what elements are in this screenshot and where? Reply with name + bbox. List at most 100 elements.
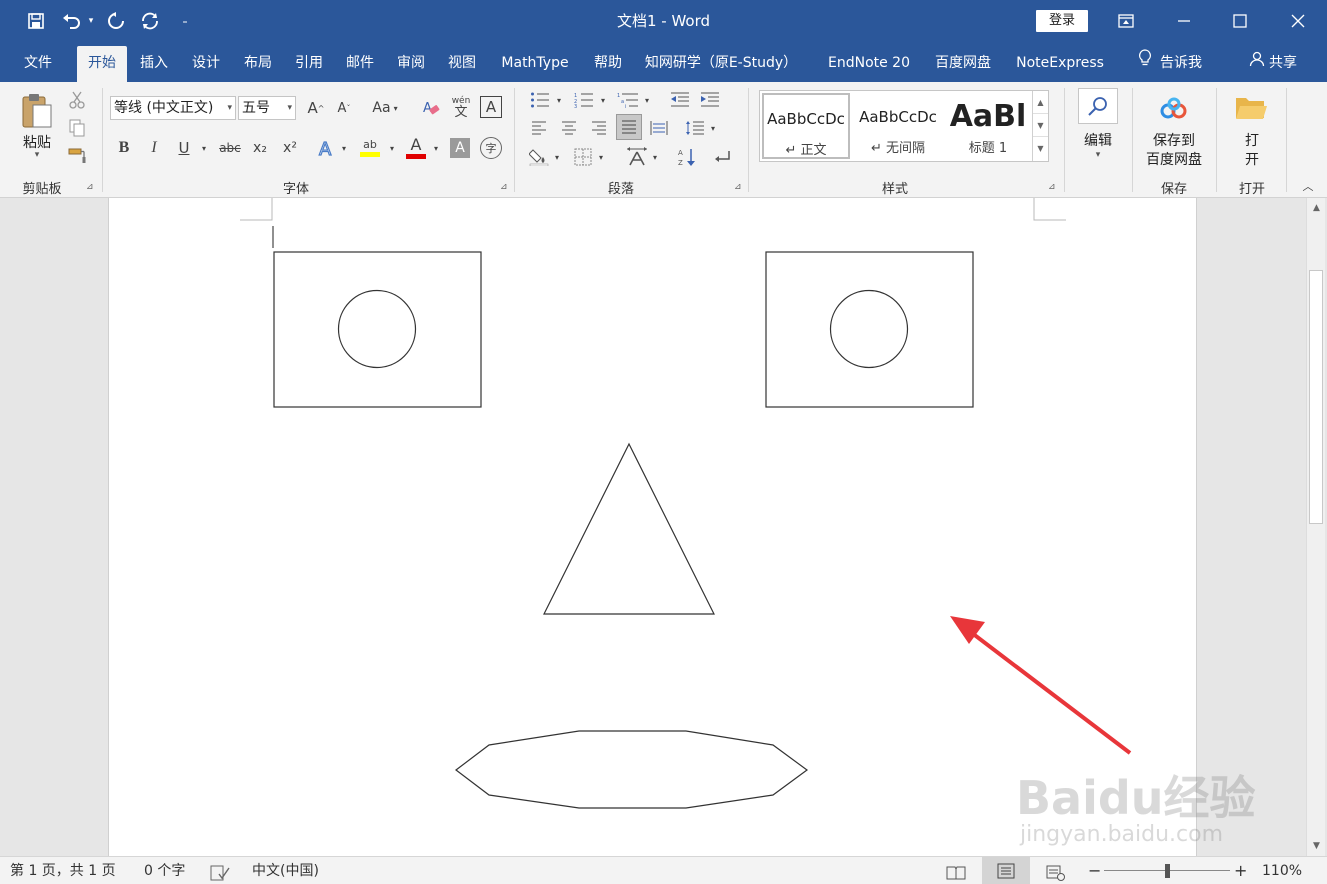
mouth-decagon[interactable]: [455, 730, 809, 809]
chevron-up-icon[interactable]: ▲: [1033, 91, 1048, 114]
font-color-button[interactable]: A: [402, 132, 430, 162]
copy-icon[interactable]: [66, 118, 88, 138]
shrink-font-button[interactable]: Aˇ: [332, 96, 356, 120]
character-shading-button[interactable]: A: [450, 138, 470, 158]
highlight-button[interactable]: ab: [356, 132, 384, 162]
scroll-down-icon[interactable]: ▼: [1307, 838, 1326, 854]
style-normal[interactable]: AaBbCcDc ↵ 正文: [762, 93, 850, 159]
zoom-in-button[interactable]: +: [1234, 857, 1247, 884]
format-painter-icon[interactable]: [66, 146, 88, 166]
numbering-dropdown-icon[interactable]: ▾: [598, 90, 608, 110]
grow-font-button[interactable]: A ^: [304, 96, 328, 120]
subscript-button[interactable]: x₂: [248, 136, 272, 160]
chevron-down-icon[interactable]: ▼: [1033, 114, 1048, 137]
shading-icon[interactable]: [528, 146, 550, 168]
refresh-icon[interactable]: [136, 0, 164, 42]
align-center-icon[interactable]: [558, 118, 580, 138]
save-to-baidu-button[interactable]: 保存到 百度网盘: [1138, 132, 1210, 170]
tab-layout[interactable]: 布局: [235, 46, 281, 82]
baidu-netdisk-icon[interactable]: [1156, 94, 1192, 124]
increase-indent-icon[interactable]: [698, 90, 722, 110]
read-mode-icon[interactable]: [946, 863, 966, 880]
text-effects-icon[interactable]: A: [316, 136, 338, 160]
clipboard-launcher-icon[interactable]: ⊿: [86, 182, 96, 192]
font-color-dropdown-icon[interactable]: ▾: [430, 136, 442, 160]
customize-toolbar-icon[interactable]: ₌: [176, 0, 194, 42]
maximize-icon[interactable]: [1212, 0, 1268, 42]
font-size-combo[interactable]: 五号 ▾: [238, 96, 296, 120]
character-border-button[interactable]: A: [480, 96, 502, 118]
tab-design[interactable]: 设计: [183, 46, 229, 82]
enclose-characters-button[interactable]: 字: [480, 137, 502, 159]
print-layout-icon[interactable]: [982, 857, 1030, 884]
cut-icon[interactable]: [66, 90, 88, 110]
tab-baidu-netdisk[interactable]: 百度网盘: [928, 46, 998, 82]
zoom-slider-thumb[interactable]: [1165, 864, 1170, 878]
line-spacing-dropdown-icon[interactable]: ▾: [708, 118, 718, 138]
tab-mailings[interactable]: 邮件: [337, 46, 383, 82]
collapse-ribbon-icon[interactable]: ︿: [1298, 178, 1318, 194]
italic-button[interactable]: I: [144, 136, 164, 160]
tab-references[interactable]: 引用: [286, 46, 332, 82]
numbering-icon[interactable]: 123: [572, 90, 596, 110]
web-layout-icon[interactable]: [1046, 863, 1066, 881]
line-spacing-icon[interactable]: [684, 118, 706, 138]
tab-view[interactable]: 视图: [439, 46, 485, 82]
tab-home[interactable]: 开始: [77, 46, 127, 82]
open-button[interactable]: 打 开: [1226, 132, 1278, 170]
justify-icon[interactable]: [616, 114, 642, 140]
bullets-dropdown-icon[interactable]: ▾: [554, 90, 564, 110]
scroll-thumb[interactable]: [1309, 270, 1323, 524]
bold-button[interactable]: B: [114, 136, 134, 160]
borders-dropdown-icon[interactable]: ▾: [596, 146, 606, 168]
change-case-button[interactable]: Aa ▾: [366, 96, 404, 120]
minimize-icon[interactable]: [1156, 0, 1212, 42]
undo-icon[interactable]: [58, 0, 86, 42]
text-effects-dropdown-icon[interactable]: ▾: [338, 136, 350, 160]
tab-insert[interactable]: 插入: [131, 46, 177, 82]
phonetic-guide-button[interactable]: wén 文: [448, 94, 474, 122]
superscript-button[interactable]: x²: [278, 136, 302, 160]
paste-dropdown-icon[interactable]: ▾: [14, 150, 60, 160]
page-count[interactable]: 第 1 页，共 1 页: [10, 857, 116, 884]
right-eye-circle[interactable]: [829, 289, 909, 369]
editing-dropdown-icon[interactable]: ▾: [1070, 150, 1126, 160]
zoom-out-button[interactable]: −: [1088, 857, 1101, 884]
style-no-spacing[interactable]: AaBbCcDc ↵ 无间隔: [854, 93, 942, 159]
left-eye-circle[interactable]: [337, 289, 417, 369]
style-heading-1[interactable]: AaBl 标题 1: [944, 93, 1032, 159]
sort-icon[interactable]: AZ: [676, 146, 698, 168]
vertical-scrollbar[interactable]: ▲ ▼: [1306, 198, 1325, 856]
tab-file[interactable]: 文件: [14, 46, 62, 82]
right-eye-rectangle[interactable]: [765, 251, 974, 408]
tab-review[interactable]: 审阅: [388, 46, 434, 82]
document-page[interactable]: [108, 198, 1197, 856]
redo-icon[interactable]: [102, 0, 130, 42]
find-icon[interactable]: [1078, 88, 1118, 124]
shading-dropdown-icon[interactable]: ▾: [552, 146, 562, 168]
multilevel-list-dropdown-icon[interactable]: ▾: [642, 90, 652, 110]
editing-button[interactable]: 编辑: [1070, 130, 1126, 150]
tell-me-search[interactable]: 告诉我: [1126, 46, 1214, 82]
share-button[interactable]: 共享: [1240, 46, 1306, 82]
tab-mathtype[interactable]: MathType: [494, 46, 576, 82]
clear-formatting-icon[interactable]: A: [418, 96, 444, 120]
chinese-layout-icon[interactable]: [624, 146, 650, 168]
paragraph-launcher-icon[interactable]: ⊿: [734, 182, 744, 192]
zoom-level[interactable]: 110%: [1262, 857, 1302, 884]
save-icon[interactable]: [22, 0, 50, 42]
chinese-layout-dropdown-icon[interactable]: ▾: [650, 146, 660, 168]
tab-estudy[interactable]: 知网研学（原E-Study）: [640, 46, 802, 82]
open-folder-icon[interactable]: [1232, 92, 1270, 124]
scroll-up-icon[interactable]: ▲: [1307, 200, 1326, 216]
ribbon-display-options-icon[interactable]: [1098, 0, 1154, 42]
multilevel-list-icon[interactable]: 1ai: [616, 90, 640, 110]
font-launcher-icon[interactable]: ⊿: [500, 182, 510, 192]
show-formatting-marks-icon[interactable]: [712, 146, 734, 168]
gallery-more-icon[interactable]: ▼: [1033, 137, 1048, 160]
distributed-icon[interactable]: [648, 118, 670, 138]
bullets-icon[interactable]: [528, 90, 552, 110]
tab-noteexpress[interactable]: NoteExpress: [1008, 46, 1112, 82]
highlight-dropdown-icon[interactable]: ▾: [386, 136, 398, 160]
nose-triangle[interactable]: [543, 442, 715, 615]
